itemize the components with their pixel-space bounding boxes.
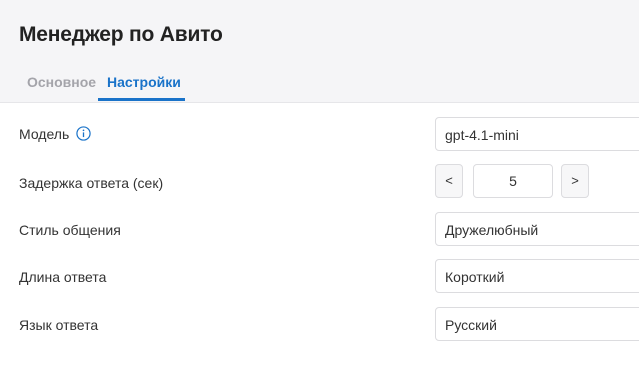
language-value: Русский (445, 317, 497, 333)
increment-button[interactable]: > (561, 164, 589, 198)
delay-label: Задержка ответа (сек) (19, 175, 164, 191)
length-label: Длина ответа (19, 269, 107, 285)
page-title: Менеджер по Авито (19, 23, 223, 46)
delay-input[interactable]: 5 (473, 164, 553, 198)
style-label: Стиль общения (19, 222, 121, 238)
model-value: gpt-4.1-mini (445, 127, 519, 143)
language-label: Язык ответа (19, 317, 99, 333)
model-select[interactable]: gpt-4.1-mini (435, 117, 639, 151)
length-value: Короткий (445, 269, 505, 285)
info-circle-icon[interactable] (76, 126, 91, 141)
decrement-button[interactable]: < (435, 164, 463, 198)
model-label: Модель (19, 126, 70, 142)
style-value: Дружелюбный (445, 222, 539, 238)
header: Менеджер по Авито Основное Настройки (0, 0, 639, 103)
length-select[interactable]: Короткий (435, 259, 639, 293)
language-select[interactable]: Русский (435, 307, 639, 341)
tab-main[interactable]: Основное (27, 74, 96, 90)
tab-settings[interactable]: Настройки (107, 74, 181, 90)
style-select[interactable]: Дружелюбный (435, 212, 639, 246)
settings-page: Менеджер по Авито Основное Настройки Мод… (0, 0, 639, 378)
active-tab-indicator (98, 98, 185, 101)
